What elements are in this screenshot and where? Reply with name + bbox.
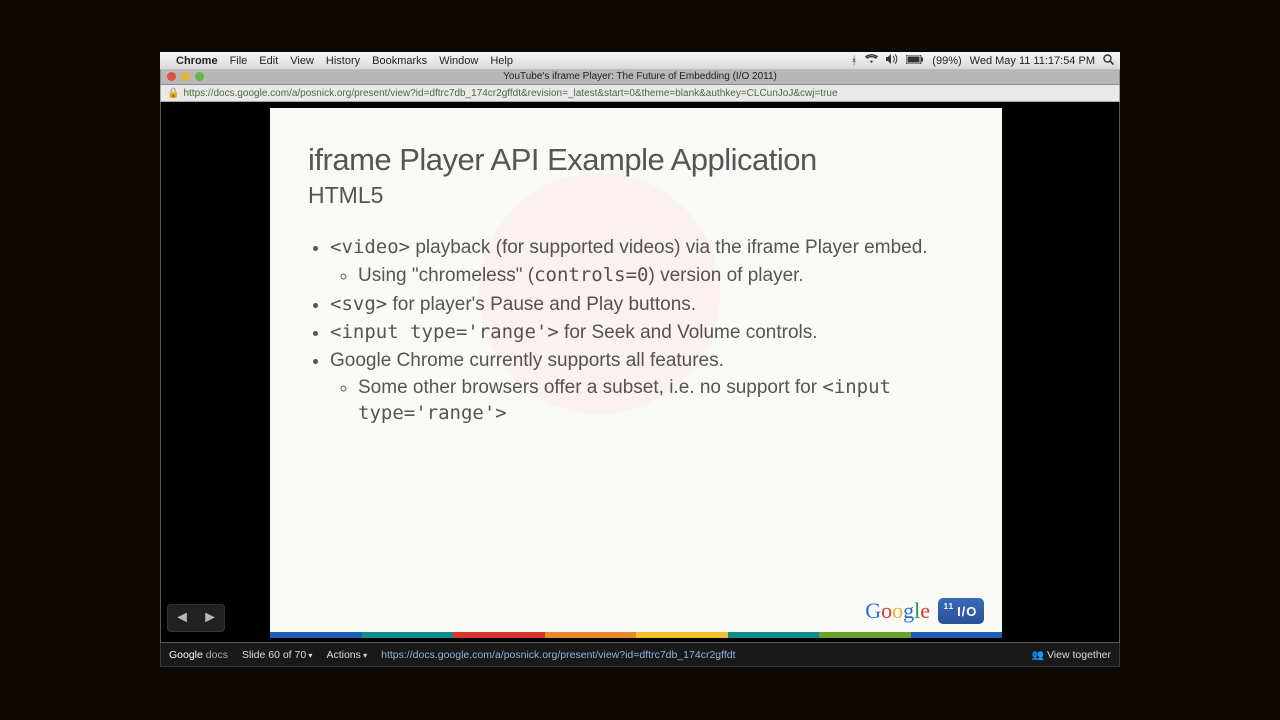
bullet-1: <video> playback (for supported videos) … (330, 235, 964, 288)
mac-window: Chrome File Edit View History Bookmarks … (160, 52, 1120, 668)
wifi-icon[interactable] (865, 54, 878, 67)
bullet-1-sub: Using "chromeless" (controls=0) version … (358, 263, 964, 289)
menu-history[interactable]: History (326, 55, 360, 67)
menu-view[interactable]: View (290, 55, 314, 67)
spotlight-icon[interactable] (1103, 54, 1114, 68)
prev-slide-button[interactable]: ◄ (174, 609, 190, 627)
bullet-3: <input type='range'> for Seek and Volume… (330, 320, 964, 346)
presentation-viewport: iframe Player API Example Application HT… (160, 102, 1120, 643)
minimize-window-button[interactable] (181, 72, 190, 81)
lock-icon: 🔒 (167, 88, 179, 99)
url-text: https://docs.google.com/a/posnick.org/pr… (183, 88, 837, 99)
menu-bookmarks[interactable]: Bookmarks (372, 55, 427, 67)
menu-help[interactable]: Help (490, 55, 513, 67)
slide-branding: Google 11I/O (865, 598, 984, 624)
docs-brand[interactable]: Google docs (169, 649, 228, 661)
tab-title[interactable]: YouTube's iframe Player: The Future of E… (503, 71, 777, 82)
volume-icon[interactable] (886, 54, 898, 67)
slide-nav: ◄ ► (167, 604, 225, 632)
browser-tabbar: YouTube's iframe Player: The Future of E… (160, 70, 1120, 85)
view-together-button[interactable]: View together (1032, 649, 1111, 661)
actions-menu[interactable]: Actions (326, 649, 367, 661)
slide-footer-stripe (270, 632, 1002, 638)
slide-counter[interactable]: Slide 60 of 70 (242, 649, 312, 661)
slide-title: iframe Player API Example Application (308, 142, 964, 178)
io-badge: 11I/O (938, 598, 984, 624)
menu-window[interactable]: Window (439, 55, 478, 67)
docs-footer: Google docs Slide 60 of 70 Actions https… (160, 643, 1120, 667)
bluetooth-icon[interactable]: ᚼ (851, 55, 858, 67)
google-logo: Google (865, 598, 930, 624)
browser-urlbar[interactable]: 🔒 https://docs.google.com/a/posnick.org/… (160, 85, 1120, 102)
window-controls (167, 72, 204, 81)
zoom-window-button[interactable] (195, 72, 204, 81)
menu-file[interactable]: File (230, 55, 248, 67)
slide: iframe Player API Example Application HT… (270, 108, 1002, 638)
next-slide-button[interactable]: ► (202, 609, 218, 627)
clock[interactable]: Wed May 11 11:17:54 PM (970, 55, 1095, 67)
battery-icon[interactable] (906, 55, 924, 67)
menu-edit[interactable]: Edit (259, 55, 278, 67)
slide-bullets: <video> playback (for supported videos) … (330, 235, 964, 426)
status-url: https://docs.google.com/a/posnick.org/pr… (381, 649, 735, 661)
battery-percent: (99%) (932, 55, 961, 67)
mac-menubar: Chrome File Edit View History Bookmarks … (160, 52, 1120, 70)
slide-subtitle: HTML5 (308, 182, 964, 209)
bullet-4: Google Chrome currently supports all fea… (330, 348, 964, 427)
close-window-button[interactable] (167, 72, 176, 81)
active-app[interactable]: Chrome (176, 55, 218, 67)
bullet-2: <svg> for player's Pause and Play button… (330, 292, 964, 318)
menu-extras: ᚼ (99%) Wed May 11 11:17:54 PM (851, 54, 1114, 68)
bullet-4-sub: Some other browsers offer a subset, i.e.… (358, 375, 964, 426)
